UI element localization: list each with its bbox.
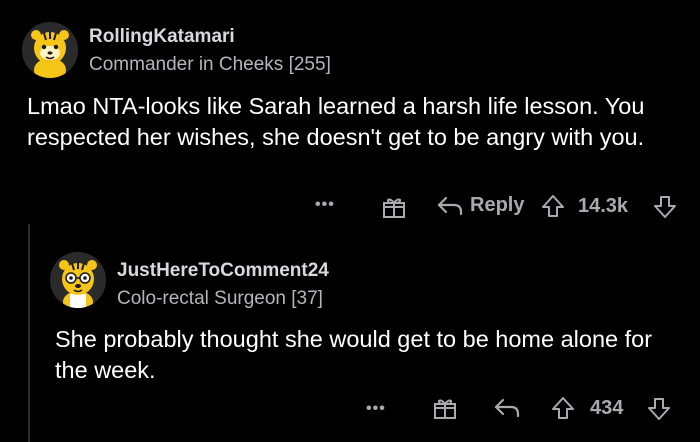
user-flair: Commander in Cheeks [255]: [89, 54, 331, 75]
downvote-arrow-icon[interactable]: [647, 397, 671, 421]
reply-arrow-icon: [437, 196, 463, 215]
vote-count: 14.3k: [578, 195, 629, 217]
avatar[interactable]: [50, 252, 106, 308]
thread-line[interactable]: [28, 224, 30, 442]
comment-body: She probably thought she would get to be…: [55, 326, 653, 383]
vote-count: 434: [590, 397, 624, 419]
upvote-arrow-icon[interactable]: [541, 194, 565, 218]
reply-arrow-icon[interactable]: [493, 397, 521, 419]
snoo-avatar-icon: [22, 22, 78, 78]
upvote-arrow-icon[interactable]: [551, 396, 575, 420]
more-options-label: •••: [315, 196, 335, 213]
snoo-avatar-icon: [50, 252, 106, 308]
more-options-button[interactable]: •••: [315, 196, 335, 214]
comment-body: Lmao NTA-looks like Sarah learned a hars…: [27, 93, 645, 150]
more-options-label: •••: [366, 400, 386, 417]
downvote-arrow-icon[interactable]: [653, 195, 677, 219]
reply-button[interactable]: Reply: [436, 194, 524, 217]
gift-award-icon[interactable]: [381, 195, 407, 219]
user-flair: Colo-rectal Surgeon [37]: [117, 288, 323, 309]
comment-username[interactable]: RollingKatamari: [89, 26, 235, 48]
gift-award-icon[interactable]: [432, 396, 458, 420]
more-options-button[interactable]: •••: [366, 400, 386, 418]
comment-username[interactable]: JustHereToComment24: [117, 260, 329, 282]
reply-label: Reply: [470, 194, 525, 216]
avatar[interactable]: [22, 22, 78, 78]
